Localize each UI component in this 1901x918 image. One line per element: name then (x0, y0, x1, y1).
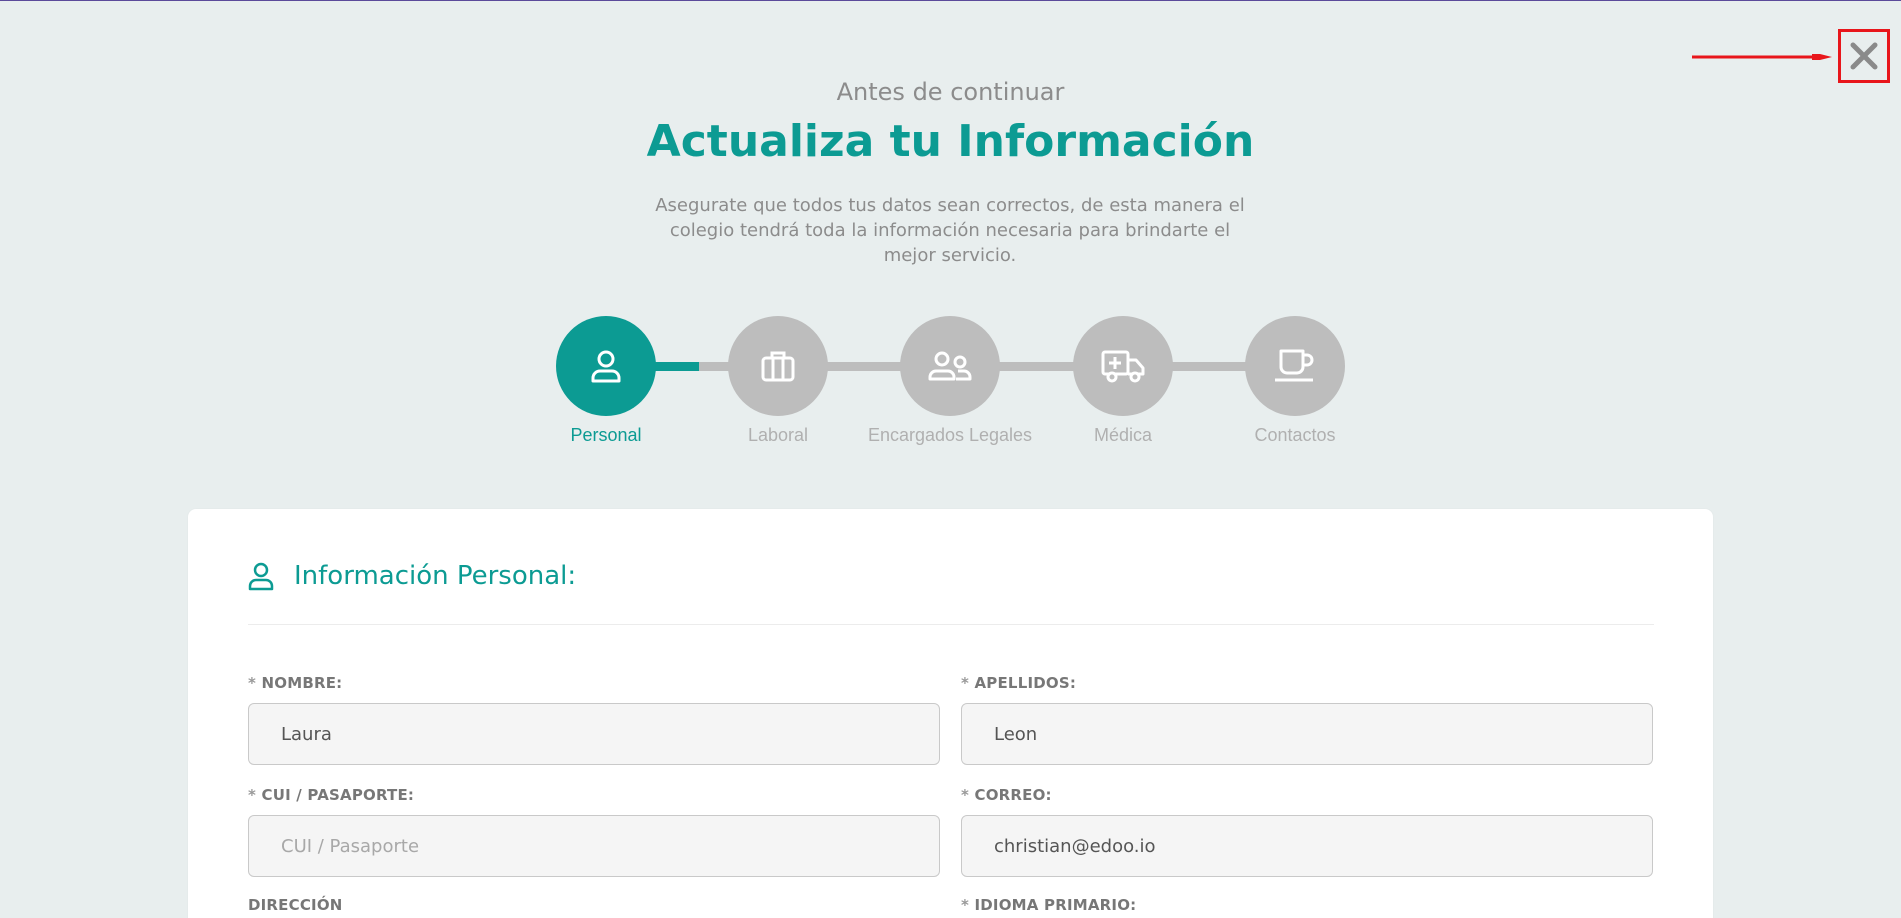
top-border (0, 0, 1901, 1)
section-title: Información Personal: (294, 561, 577, 591)
personal-info-card: Información Personal: * NOMBRE: * APELLI… (188, 509, 1713, 918)
users-icon (928, 351, 972, 381)
step-medica[interactable] (1073, 316, 1173, 416)
page-title: Actualiza tu Información (646, 116, 1255, 167)
step-laboral[interactable] (728, 316, 828, 416)
step-label-personal[interactable]: Personal (506, 425, 706, 446)
apellidos-input[interactable] (961, 703, 1653, 765)
page-subtitle: Asegurate que todos tus datos sean corre… (655, 195, 1245, 266)
step-personal[interactable] (556, 316, 656, 416)
idioma-label: * IDIOMA PRIMARIO: (961, 896, 1137, 914)
correo-input[interactable] (961, 815, 1653, 877)
cui-input[interactable] (248, 815, 940, 877)
annotation-arrow-icon (1692, 54, 1832, 60)
user-icon (248, 562, 274, 591)
section-header: Información Personal: (248, 561, 576, 591)
cui-label: * CUI / PASAPORTE: (248, 786, 415, 804)
close-button[interactable] (1838, 29, 1890, 83)
coffee-icon (1275, 349, 1314, 382)
correo-label: * CORREO: (961, 786, 1052, 804)
briefcase-icon (761, 351, 795, 382)
step-label-laboral[interactable]: Laboral (678, 425, 878, 446)
pre-title: Antes de continuar (836, 78, 1065, 106)
apellidos-label: * APELLIDOS: (961, 674, 1077, 692)
nombre-label: * NOMBRE: (248, 674, 343, 692)
user-icon (591, 350, 621, 383)
step-label-encargados[interactable]: Encargados Legales (850, 425, 1050, 446)
step-encargados[interactable] (900, 316, 1000, 416)
step-contactos[interactable] (1245, 316, 1345, 416)
step-label-medica[interactable]: Médica (1023, 425, 1223, 446)
step-label-contactos[interactable]: Contactos (1195, 425, 1395, 446)
nombre-input[interactable] (248, 703, 940, 765)
section-divider (248, 624, 1654, 625)
ambulance-icon (1101, 350, 1145, 383)
update-info-page: Antes de continuar Actualiza tu Informac… (0, 0, 1901, 918)
close-icon (1850, 42, 1878, 70)
direccion-label: DIRECCIÓN (248, 896, 343, 914)
